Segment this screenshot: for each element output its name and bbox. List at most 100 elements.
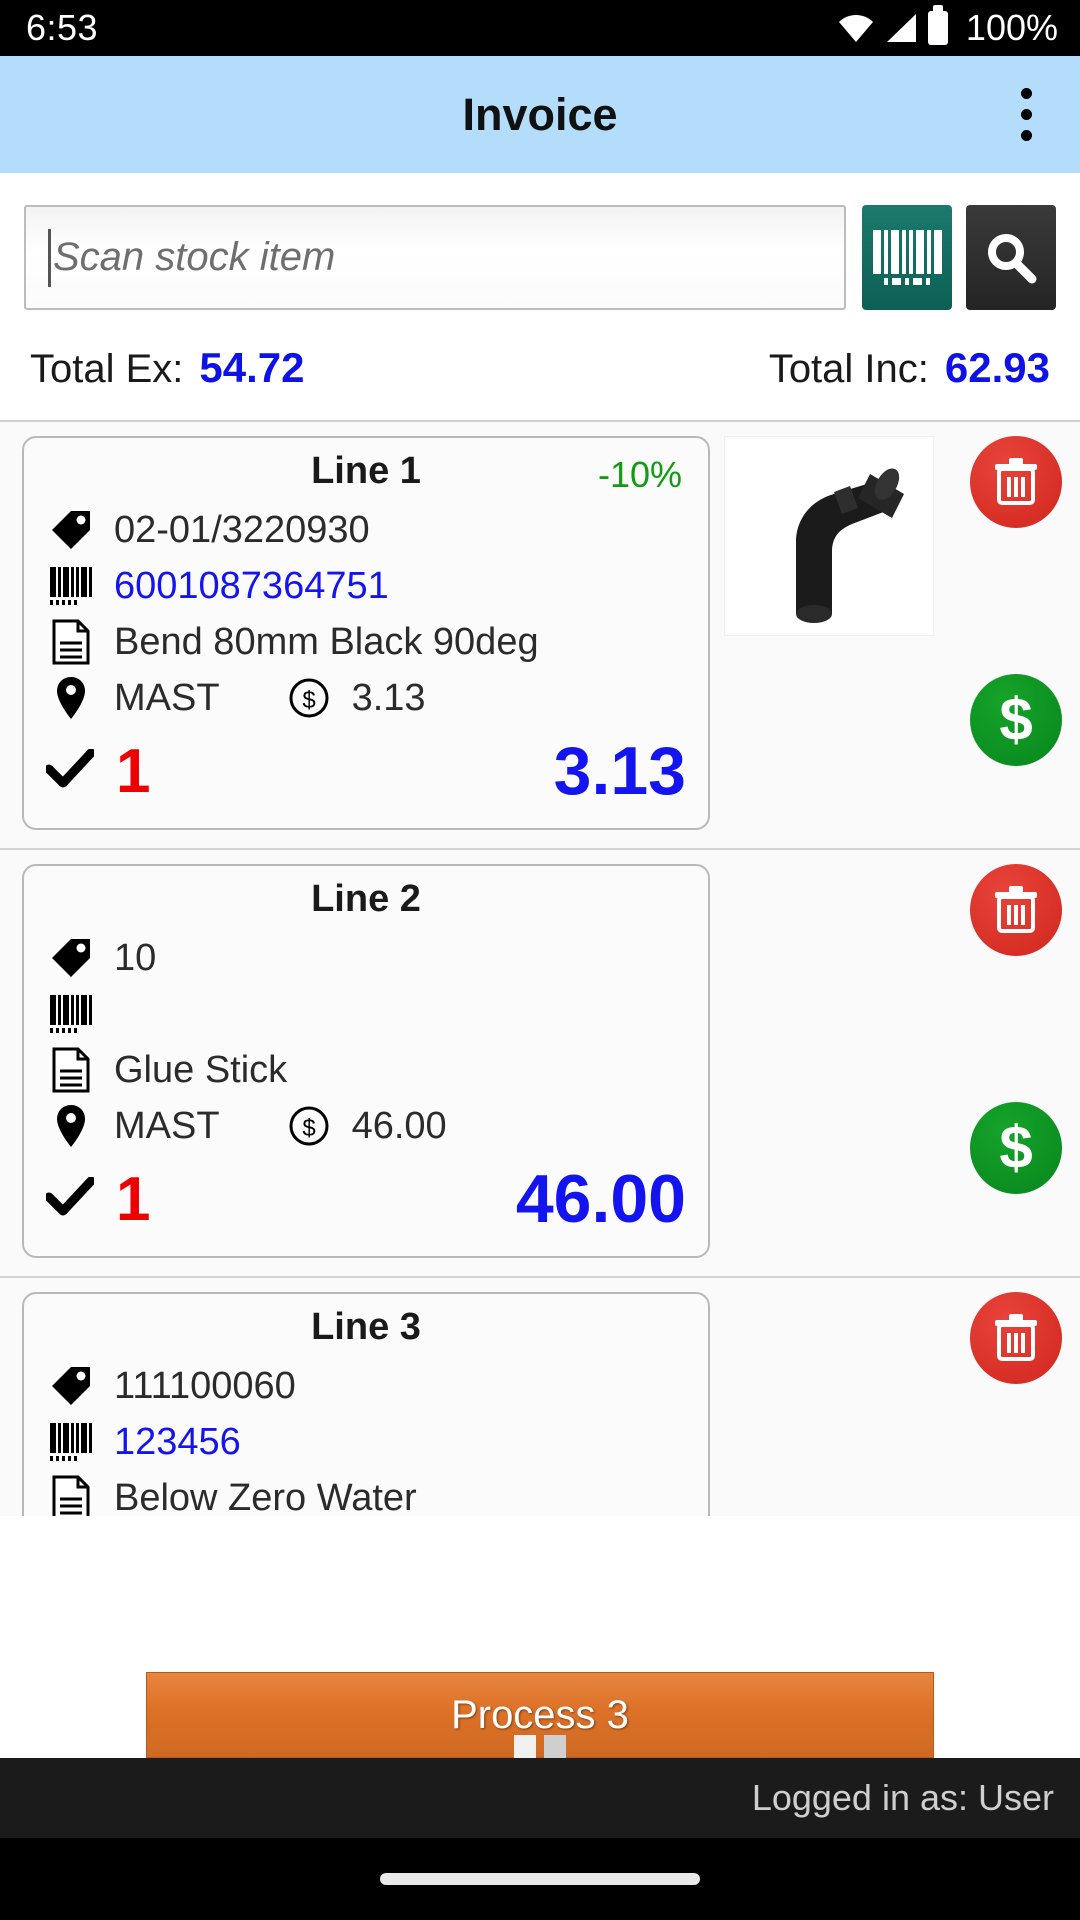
line-card[interactable]: Line 2 10 Glue Stick MAST $ 46.00 1 46.0… bbox=[22, 864, 710, 1258]
delete-line-button[interactable] bbox=[970, 1292, 1062, 1384]
table-row[interactable]: Line 2 10 Glue Stick MAST $ 46.00 1 46.0… bbox=[0, 850, 1080, 1278]
document-icon bbox=[46, 1047, 96, 1093]
line-qty-row: 1 3.13 bbox=[44, 732, 686, 810]
page-title: Invoice bbox=[462, 88, 618, 140]
trash-icon bbox=[995, 1314, 1037, 1361]
app-bar: Invoice bbox=[0, 56, 1080, 173]
line-location: MAST bbox=[114, 1104, 220, 1147]
barcode-icon bbox=[46, 995, 96, 1033]
line-qty-row: 1 46.00 bbox=[44, 1160, 686, 1238]
line-barcode: 6001087364751 bbox=[114, 564, 389, 607]
line-unit-price: 3.13 bbox=[351, 676, 426, 719]
barcode-icon bbox=[46, 1423, 96, 1461]
trash-icon bbox=[995, 458, 1037, 505]
line-card[interactable]: Line 1 -10% 02-01/3220930 6001087364751 bbox=[22, 436, 710, 830]
delete-line-button[interactable] bbox=[970, 436, 1062, 528]
cellular-signal-icon bbox=[886, 14, 916, 42]
battery-icon bbox=[927, 5, 948, 45]
line-header: Line 3 bbox=[46, 1306, 686, 1358]
barcode-icon bbox=[46, 567, 96, 605]
android-navigation-bar bbox=[0, 1838, 1080, 1920]
tag-icon bbox=[46, 509, 96, 551]
line-description: Below Zero Water bbox=[114, 1476, 417, 1517]
product-image[interactable] bbox=[724, 436, 934, 636]
barcode-icon bbox=[872, 230, 942, 285]
dollar-icon: $ bbox=[999, 686, 1033, 753]
totals-row: Total Ex: 54.72 Total Inc: 62.93 bbox=[0, 310, 1080, 420]
line-location-row: MAST $ 3.13 bbox=[46, 670, 686, 726]
line-price-button[interactable]: $ bbox=[970, 1102, 1062, 1194]
line-code-row: 111100060 bbox=[46, 1358, 686, 1414]
line-actions: $ bbox=[710, 864, 1080, 1194]
discount-badge: -10% bbox=[597, 454, 682, 495]
location-pin-icon bbox=[46, 675, 96, 721]
table-row[interactable]: Line 1 -10% 02-01/3220930 6001087364751 bbox=[0, 422, 1080, 850]
line-barcode-row: 123456 bbox=[46, 1414, 686, 1470]
logged-in-status: Logged in as: User bbox=[751, 1777, 1054, 1818]
process-button-label: Process 3 bbox=[451, 1692, 629, 1737]
trash-icon bbox=[995, 886, 1037, 933]
line-header: Line 2 bbox=[46, 878, 686, 930]
svg-text:$: $ bbox=[302, 1115, 315, 1142]
line-location-row: MAST $ 46.00 bbox=[46, 1098, 686, 1154]
gesture-pill[interactable] bbox=[380, 1873, 700, 1885]
line-code: 111100060 bbox=[114, 1364, 296, 1407]
document-icon bbox=[46, 619, 96, 665]
table-row[interactable]: Line 3 111100060 123456 Below Zero Water bbox=[0, 1278, 1080, 1516]
line-title: Line 3 bbox=[311, 1306, 421, 1348]
total-ex-value: 54.72 bbox=[199, 344, 305, 391]
location-pin-icon bbox=[46, 1103, 96, 1149]
line-actions: $ bbox=[710, 436, 1080, 766]
invoice-line-list[interactable]: Line 1 -10% 02-01/3220930 6001087364751 bbox=[0, 420, 1080, 1516]
total-ex-label: Total Ex: bbox=[30, 347, 184, 391]
line-barcode-row: 6001087364751 bbox=[46, 558, 686, 614]
line-qty: 1 bbox=[116, 736, 151, 806]
document-icon bbox=[46, 1475, 96, 1516]
line-location: MAST bbox=[114, 676, 220, 719]
line-header: Line 1 -10% bbox=[46, 450, 686, 502]
battery-percent: 100% bbox=[965, 7, 1058, 48]
line-price-button[interactable]: $ bbox=[970, 674, 1062, 766]
total-ex-group: Total Ex: 54.72 bbox=[30, 344, 305, 392]
scan-barcode-button[interactable] bbox=[862, 205, 952, 310]
process-button[interactable]: Process 3 bbox=[146, 1672, 934, 1765]
search-placeholder: Scan stock item bbox=[53, 235, 336, 279]
magnifier-icon bbox=[988, 233, 1037, 283]
line-code-row: 10 bbox=[46, 930, 686, 986]
price-coin-icon: $ bbox=[284, 677, 334, 719]
line-amount: 3.13 bbox=[553, 733, 686, 809]
line-description: Glue Stick bbox=[114, 1048, 288, 1091]
dollar-icon: $ bbox=[999, 1114, 1033, 1181]
delete-line-button[interactable] bbox=[970, 864, 1062, 956]
line-barcode: 123456 bbox=[114, 1420, 241, 1463]
line-title: Line 2 bbox=[311, 878, 421, 920]
wifi-icon bbox=[838, 14, 873, 42]
line-barcode-row bbox=[46, 986, 686, 1042]
line-code: 02-01/3220930 bbox=[114, 508, 370, 551]
line-code-row: 02-01/3220930 bbox=[46, 502, 686, 558]
svg-text:$: $ bbox=[302, 687, 315, 714]
line-description-row: Below Zero Water bbox=[46, 1470, 686, 1516]
more-vertical-icon[interactable] bbox=[990, 71, 1062, 159]
product-image bbox=[724, 864, 934, 1064]
search-button[interactable] bbox=[966, 205, 1056, 310]
status-bar: 6:53 100% bbox=[0, 0, 1080, 56]
line-description-row: Glue Stick bbox=[46, 1042, 686, 1098]
tag-icon bbox=[46, 1365, 96, 1407]
search-input[interactable]: Scan stock item bbox=[24, 205, 846, 310]
line-unit-price: 46.00 bbox=[351, 1104, 447, 1147]
product-image bbox=[724, 1292, 934, 1492]
check-icon bbox=[44, 748, 96, 794]
line-description-row: Bend 80mm Black 90deg bbox=[46, 614, 686, 670]
line-code: 10 bbox=[114, 936, 157, 979]
total-inc-group: Total Inc: 62.93 bbox=[769, 344, 1050, 392]
line-qty: 1 bbox=[116, 1164, 151, 1234]
line-amount: 46.00 bbox=[515, 1161, 686, 1237]
line-card[interactable]: Line 3 111100060 123456 Below Zero Water bbox=[22, 1292, 710, 1516]
text-caret bbox=[48, 228, 51, 287]
process-bar: Process 3 bbox=[0, 1666, 1080, 1765]
total-inc-label: Total Inc: bbox=[768, 347, 929, 391]
price-coin-icon: $ bbox=[284, 1105, 334, 1147]
line-actions bbox=[710, 1292, 1080, 1516]
check-icon bbox=[44, 1176, 96, 1222]
